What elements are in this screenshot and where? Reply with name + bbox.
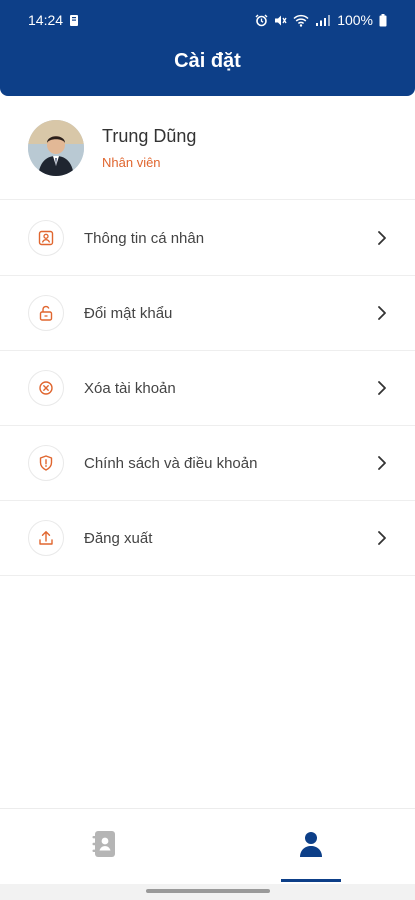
menu-item-policy-terms[interactable]: Chính sách và điều khoản <box>0 426 415 501</box>
delete-circle-icon <box>28 370 64 406</box>
tab-profile[interactable] <box>208 809 415 884</box>
chevron-right-icon <box>375 229 389 247</box>
user-icon <box>299 830 323 863</box>
chevron-right-icon <box>375 304 389 322</box>
avatar <box>28 119 84 176</box>
chevron-right-icon <box>375 379 389 397</box>
chevron-right-icon <box>375 454 389 472</box>
signal-icon <box>315 14 331 27</box>
active-tab-indicator <box>281 879 342 882</box>
wifi-icon <box>293 14 309 27</box>
menu-item-personal-info[interactable]: Thông tin cá nhân <box>0 201 415 276</box>
app-header: 14:24 100% Cài đặt <box>0 0 415 96</box>
bottom-nav <box>0 808 415 884</box>
shield-alert-icon <box>28 445 64 481</box>
menu-label: Thông tin cá nhân <box>84 229 205 247</box>
battery-percent: 100% <box>337 12 373 28</box>
battery-icon <box>379 13 387 27</box>
status-bar: 14:24 100% <box>0 0 415 40</box>
personal-info-icon <box>28 220 64 256</box>
profile-name: Trung Dũng <box>102 125 197 146</box>
menu-label: Đổi mật khẩu <box>84 304 173 322</box>
menu-label: Xóa tài khoản <box>84 379 176 397</box>
page-title: Cài đặt <box>174 50 241 72</box>
notification-icon <box>69 14 79 27</box>
system-gesture-area <box>0 884 415 900</box>
profile-card[interactable]: Trung Dũng Nhân viên <box>0 96 415 200</box>
home-gesture-bar[interactable] <box>145 889 270 893</box>
logout-upload-icon <box>28 520 64 556</box>
menu-item-delete-account[interactable]: Xóa tài khoản <box>0 351 415 426</box>
menu-item-logout[interactable]: Đăng xuất <box>0 501 415 576</box>
profile-role: Nhân viên <box>102 154 161 170</box>
menu-item-change-password[interactable]: Đổi mật khẩu <box>0 276 415 351</box>
chevron-right-icon <box>375 529 389 547</box>
menu-label: Đăng xuất <box>84 529 153 547</box>
settings-menu: Thông tin cá nhân Đổi mật khẩu Xóa tài k… <box>0 201 415 576</box>
mute-icon <box>274 14 287 27</box>
alarm-icon <box>255 14 268 27</box>
tab-contacts[interactable] <box>0 809 208 884</box>
contacts-book-icon <box>91 830 117 863</box>
status-time: 14:24 <box>28 12 64 28</box>
unlock-icon <box>28 295 64 331</box>
menu-label: Chính sách và điều khoản <box>84 454 258 472</box>
